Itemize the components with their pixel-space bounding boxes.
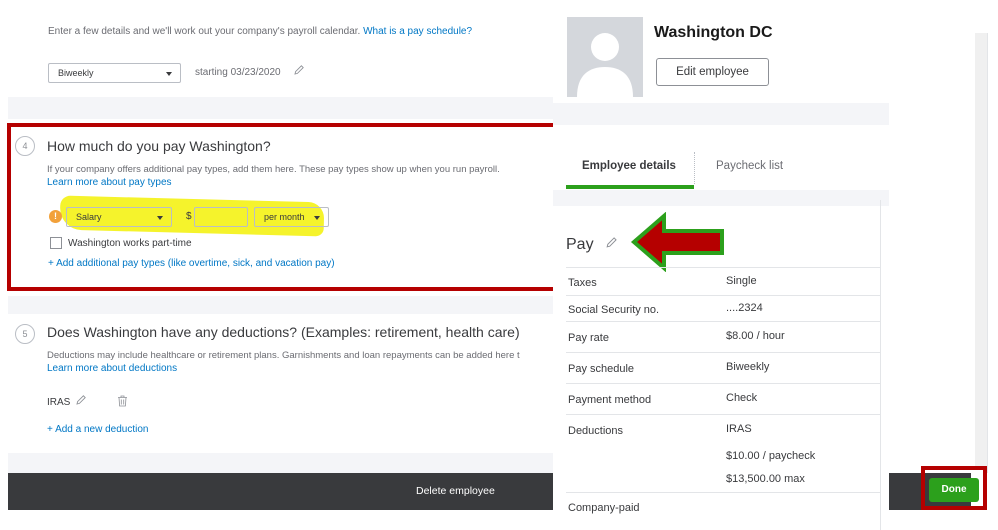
active-tab-indicator xyxy=(566,185,694,189)
panel-border xyxy=(880,200,881,530)
pencil-icon[interactable] xyxy=(293,64,305,76)
red-annotation-box xyxy=(7,123,558,291)
pay-start-date: starting 03/23/2020 xyxy=(195,67,281,78)
pay-rate-value: $8.00 / hour xyxy=(726,330,785,342)
arrow-annotation xyxy=(630,212,724,272)
pay-schedule-intro-text: Enter a few details and we'll work out y… xyxy=(48,26,361,37)
section-separator xyxy=(8,296,553,314)
row-divider xyxy=(566,321,880,322)
deduction-amount: $10.00 / paycheck xyxy=(726,450,816,462)
pencil-icon[interactable] xyxy=(75,394,87,406)
footer-bar: Delete employee xyxy=(8,473,553,510)
pay-section-heading: Pay xyxy=(566,236,594,253)
deductions-help-text: Deductions may include healthcare or ret… xyxy=(47,350,520,361)
pay-schedule-label: Pay schedule xyxy=(568,363,635,375)
done-button[interactable]: Done xyxy=(929,478,979,502)
section-separator xyxy=(8,97,553,119)
pay-frequency-value: Biweekly xyxy=(58,68,94,78)
row-divider xyxy=(566,295,880,296)
tab-paycheck-list[interactable]: Paycheck list xyxy=(716,160,783,172)
what-is-pay-schedule-link[interactable]: What is a pay schedule? xyxy=(363,26,472,37)
deductions-section-title: Does Washington have any deductions? (Ex… xyxy=(47,324,520,340)
window-edge xyxy=(987,33,998,473)
pay-frequency-select[interactable]: Biweekly xyxy=(48,63,181,83)
payment-method-label: Payment method xyxy=(568,394,652,406)
trash-icon[interactable] xyxy=(117,395,128,407)
chevron-down-icon xyxy=(166,72,172,76)
pay-schedule-intro: Enter a few details and we'll work out y… xyxy=(48,26,472,37)
tab-employee-details[interactable]: Employee details xyxy=(582,160,676,172)
taxes-value: Single xyxy=(726,275,757,287)
add-deduction-link[interactable]: + Add a new deduction xyxy=(47,424,148,435)
row-divider xyxy=(566,352,880,353)
learn-deductions-link[interactable]: Learn more about deductions xyxy=(47,363,177,374)
row-divider xyxy=(566,383,880,384)
taxes-label: Taxes xyxy=(568,277,597,289)
panel-separator xyxy=(553,190,889,206)
ssn-label: Social Security no. xyxy=(568,304,660,316)
delete-employee-button[interactable]: Delete employee xyxy=(416,485,495,497)
section-separator xyxy=(8,453,553,473)
person-silhouette-icon xyxy=(577,33,633,97)
deduction-max: $13,500.00 max xyxy=(726,473,805,485)
panel-separator xyxy=(553,103,889,125)
deductions-value: IRAS xyxy=(726,423,752,435)
row-divider xyxy=(566,492,880,493)
employee-name: Washington DC xyxy=(654,24,773,41)
pay-schedule-value: Biweekly xyxy=(726,361,770,373)
row-divider xyxy=(566,267,880,268)
edit-employee-button[interactable]: Edit employee xyxy=(656,58,769,86)
company-paid-label: Company-paid xyxy=(568,502,640,514)
avatar xyxy=(567,17,643,97)
employee-summary-panel: Washington DC Edit employee Employee det… xyxy=(553,0,889,530)
deductions-label: Deductions xyxy=(568,425,624,437)
deduction-item-name: IRAS xyxy=(47,397,71,408)
tab-divider xyxy=(694,152,695,184)
row-divider xyxy=(566,414,880,415)
step-5-badge: 5 xyxy=(15,324,35,344)
pencil-icon[interactable] xyxy=(605,236,618,249)
scrollbar-track[interactable] xyxy=(975,33,987,470)
ssn-value: ....2324 xyxy=(726,302,763,314)
payment-method-value: Check xyxy=(726,392,758,404)
pay-rate-label: Pay rate xyxy=(568,332,609,344)
